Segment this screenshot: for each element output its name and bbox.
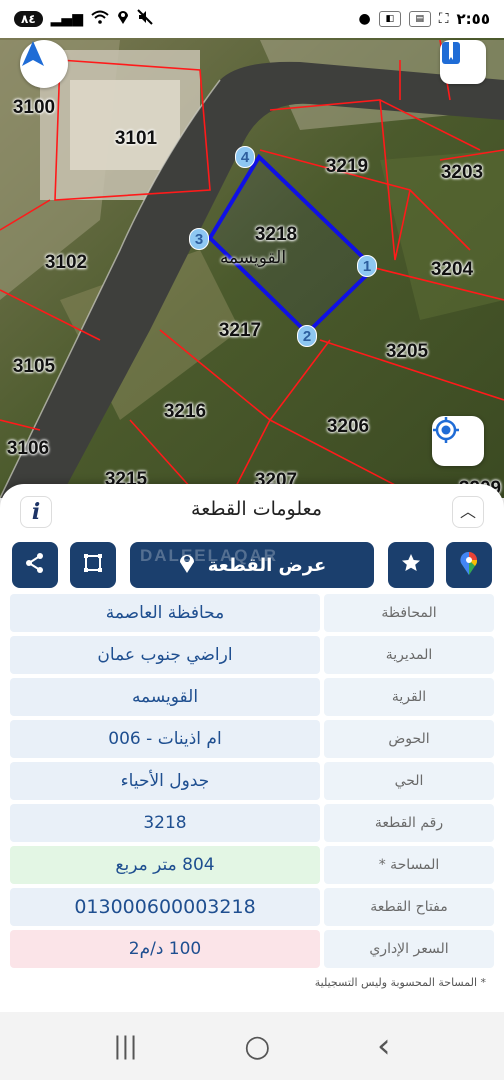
parcel-label: 3206 [326,416,370,437]
system-nav-bar: ||| ○ ‹ [0,1012,504,1080]
pin-icon [178,551,196,580]
mute-icon [137,9,153,29]
parcel-details: محافظة العاصمة المحافظة اراضي جنوب عمان … [10,594,494,972]
share-button[interactable] [12,542,58,588]
detail-row-basin: ام اذينات - 006 الحوض [10,720,494,758]
parcel-label: 3105 [12,356,56,377]
parcel-label: 3219 [325,156,369,177]
signal-icon: ▂▄▆ [50,11,83,27]
vertex-marker: 1 [357,255,377,277]
panel-title: معلومات القطعة [191,498,322,520]
panel-header: i معلومات القطعة ︿ [0,484,504,540]
detail-value: ام اذينات - 006 [10,720,320,758]
area-footnote: * المساحة المحسوبة وليس التسجيلية [314,976,486,989]
detail-value: جدول الأحياء [10,762,320,800]
map-view[interactable]: 3100 3101 3102 3105 3106 3215 3216 3217 … [0,38,504,498]
location-icon [117,9,129,29]
my-location-button[interactable] [432,416,484,466]
detail-row-parcel-number: 3218 رقم القطعة [10,804,494,842]
detail-label: المديرية [324,636,494,674]
detail-value: 3218 [10,804,320,842]
detail-label: القرية [324,678,494,716]
detail-label: الحوض [324,720,494,758]
info-button[interactable]: i [20,496,52,528]
detail-row-admin-price: 100 د/م2 السعر الإداري [10,930,494,968]
action-toolbar: عرض القطعة [0,542,504,588]
share-icon [24,552,46,578]
parcel-label: 3203 [440,162,484,183]
parcel-label: 3102 [44,252,88,273]
collapse-button[interactable]: ︿ [452,496,484,528]
detail-label: المساحة * [324,846,494,884]
favorite-button[interactable] [388,542,434,588]
polygon-icon [82,552,104,578]
google-maps-button[interactable] [446,542,492,588]
detail-label: المحافظة [324,594,494,632]
parcel-label: 3100 [12,97,56,118]
detail-value: 804 متر مربع [10,846,320,884]
parcel-info-panel: i معلومات القطعة ︿ عرض القطعة DALEELAQAR… [0,484,504,1012]
vertex-marker: 2 [297,325,317,347]
detail-label: الحي [324,762,494,800]
battery-badge: ٨٤ [14,11,43,27]
chevron-up-icon: ︿ [459,502,476,521]
dot-icon: ● [358,11,371,27]
detail-value: اراضي جنوب عمان [10,636,320,674]
parcel-label: 3204 [430,259,474,280]
detail-value: محافظة العاصمة [10,594,320,632]
parcel-label: 3218 [254,224,298,245]
app-icon: ◧ [378,11,401,27]
status-bar: ٨٤ ▂▄▆ ● ◧ ▤ ⛶ ٢:٥٥ [0,0,504,38]
detail-label: مفتاح القطعة [324,888,494,926]
village-label: القويسمه [219,248,287,268]
app-icon: ▤ [408,11,431,27]
polygon-button[interactable] [70,542,116,588]
show-parcel-label: عرض القطعة [207,554,327,576]
detail-row-village: القويسمه القرية [10,678,494,716]
detail-value: 013000600003218 [10,888,320,926]
maps-pin-icon [459,550,479,580]
detail-row-neighborhood: جدول الأحياء الحي [10,762,494,800]
screenshot-icon: ⛶ [438,11,449,27]
detail-value: القويسمه [10,678,320,716]
home-button[interactable]: ○ [244,1029,270,1064]
detail-row-parcel-key: 013000600003218 مفتاح القطعة [10,888,494,926]
parcel-label: 3101 [114,128,158,149]
recent-apps-button[interactable]: ||| [113,1032,137,1060]
compass-button[interactable] [20,40,68,88]
wifi-icon [91,10,109,28]
show-parcel-button[interactable]: عرض القطعة [130,542,374,588]
detail-row-governorate: محافظة العاصمة المحافظة [10,594,494,632]
parcel-label: 3106 [6,438,50,459]
back-button[interactable]: ‹ [377,1026,391,1066]
parcel-label: 3216 [163,401,207,422]
clock: ٢:٥٥ [456,10,490,28]
detail-row-area: 804 متر مربع المساحة * [10,846,494,884]
parcel-label: 3205 [385,341,429,362]
detail-value: 100 د/م2 [10,930,320,968]
star-icon [400,552,422,578]
vertex-marker: 4 [235,146,255,168]
detail-row-directorate: اراضي جنوب عمان المديرية [10,636,494,674]
detail-label: رقم القطعة [324,804,494,842]
vertex-marker: 3 [189,228,209,250]
layers-button[interactable] [440,40,486,84]
detail-label: السعر الإداري [324,930,494,968]
parcel-label: 3217 [218,320,262,341]
